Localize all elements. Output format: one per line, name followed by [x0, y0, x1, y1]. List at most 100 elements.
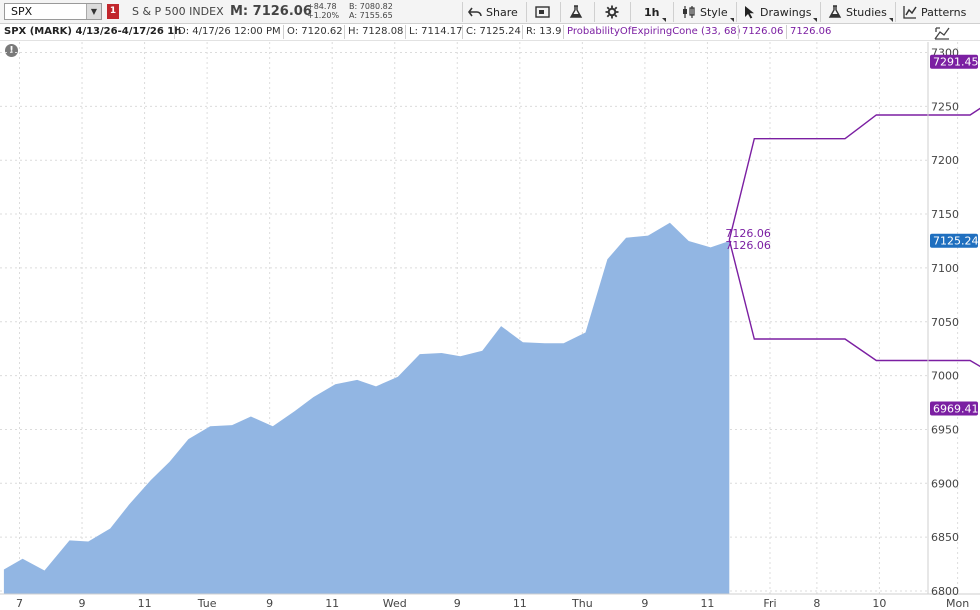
price-tick-label: 7050 — [931, 316, 959, 329]
time-tick-label: Tue — [197, 597, 217, 610]
info-divider — [522, 25, 523, 39]
toolbar-divider — [673, 2, 674, 22]
price-tick-label: 6950 — [931, 423, 959, 436]
info-divider — [563, 25, 564, 39]
settings-button[interactable] — [605, 3, 619, 21]
drawings-label: Drawings — [760, 5, 812, 19]
info-divider — [344, 25, 345, 39]
candlestick-icon — [683, 6, 695, 18]
style-label: Style — [700, 5, 728, 19]
symbol-text: SPX — [11, 5, 33, 18]
patterns-label: Patterns — [921, 5, 967, 19]
bar-open: O: 7120.62 — [287, 26, 343, 37]
display-settings-icon — [535, 6, 550, 18]
info-divider — [283, 25, 284, 39]
share-label: Share — [486, 5, 518, 19]
price-tick-label: 7200 — [931, 154, 959, 167]
time-tick-label: 9 — [79, 597, 86, 610]
toolbar-divider — [560, 2, 561, 22]
share-button[interactable]: Share — [468, 3, 518, 21]
price-tick-label: 6850 — [931, 531, 959, 544]
time-tick-label: 9 — [641, 597, 648, 610]
price-tick-label: 7000 — [931, 370, 959, 383]
time-axis: 7911Tue911Wed911Thu911Fri810Mon911Tue911… — [16, 597, 969, 610]
time-tick-label: Mon — [946, 597, 969, 610]
time-tick-label: 8 — [813, 597, 820, 610]
info-divider — [174, 25, 175, 39]
toolbar-divider — [594, 2, 595, 22]
bar-range: R: 13.9 — [526, 26, 562, 37]
toolbar-divider — [630, 2, 631, 22]
gear-icon — [605, 5, 619, 19]
style-button[interactable]: Style — [682, 3, 734, 22]
caret-down-icon — [888, 18, 893, 22]
bid-price: B: 7080.82 — [349, 2, 393, 11]
studies-label: Studies — [846, 5, 887, 19]
patterns-icon — [903, 6, 917, 19]
index-name: S & P 500 INDEX — [132, 5, 224, 18]
cone-upper-label: 7291.45 — [933, 56, 979, 69]
flask-icon — [828, 5, 842, 18]
share-icon — [468, 7, 482, 17]
time-tick-label: Fri — [763, 597, 776, 610]
patterns-button[interactable]: Patterns — [903, 3, 966, 21]
drawings-button[interactable]: Drawings — [744, 3, 818, 22]
info-divider — [786, 25, 787, 39]
info-divider — [405, 25, 406, 39]
time-tick-label: 9 — [454, 597, 461, 610]
collapse-panel-icon[interactable] — [934, 26, 950, 40]
time-tick-label: 11 — [513, 597, 527, 610]
change-box: +84.78 +1.20% — [307, 2, 339, 20]
chart-canvas: 7126.06 7126.06 680068506900695070007050… — [0, 42, 980, 610]
bar-low: L: 7114.17 — [409, 26, 463, 37]
change-points: +84.78 — [307, 2, 337, 11]
price-tick-label: 7100 — [931, 262, 959, 275]
price-tick-label: 6900 — [931, 477, 959, 490]
info-divider — [462, 25, 463, 39]
caret-down-icon — [729, 18, 734, 22]
chart-title: SPX (MARK) 4/13/26-4/17/26 1h — [4, 26, 182, 37]
change-percent: +1.20% — [307, 11, 340, 20]
timeframe-button[interactable]: 1h — [644, 3, 666, 22]
bar-close: C: 7125.24 — [466, 26, 521, 37]
study-upper-value: 7126.06 — [742, 26, 784, 37]
cone-upper-badge: 7291.45 — [930, 54, 979, 69]
bid-ask-box: B: 7080.82 A: 7155.65 — [349, 2, 393, 20]
study-lower-value: 7126.06 — [790, 26, 832, 37]
studies-button[interactable]: Studies — [828, 3, 893, 22]
study-name[interactable]: ProbabilityOfExpiringCone (33, 68) — [567, 26, 741, 37]
symbol-dropdown-icon[interactable]: ▼ — [86, 4, 101, 19]
symbol-input[interactable]: SPX ▼ — [4, 3, 102, 20]
alert-flag-icon[interactable]: 1 — [107, 4, 119, 19]
last-price-label: 7125.24 — [933, 235, 979, 248]
price-axis: 6800685069006950700070507100715072007250… — [931, 47, 959, 599]
cone-start-label-lower: 7126.06 — [725, 239, 771, 252]
cone-lower-label: 6969.41 — [933, 403, 979, 416]
caret-down-icon — [661, 18, 666, 22]
timeframe-label: 1h — [644, 5, 660, 19]
last-price-badge: 7125.24 — [930, 233, 979, 248]
toolbar-divider — [526, 2, 527, 22]
info-bar: SPX (MARK) 4/13/26-4/17/26 1h D: 4/17/26… — [0, 24, 980, 41]
toolbar: SPX ▼ 1 S & P 500 INDEX M: 7126.06 +84.7… — [0, 0, 980, 24]
caret-down-icon — [813, 18, 818, 22]
toolbar-divider — [820, 2, 821, 22]
cursor-icon — [745, 6, 754, 19]
bar-date: D: 4/17/26 12:00 PM — [178, 26, 281, 37]
time-tick-label: 11 — [138, 597, 152, 610]
time-tick-label: 7 — [16, 597, 23, 610]
time-tick-label: 11 — [325, 597, 339, 610]
toolbar-divider — [736, 2, 737, 22]
mark-price: M: 7126.06 — [230, 4, 312, 19]
lab-button[interactable] — [569, 3, 583, 21]
price-tick-label: 7150 — [931, 208, 959, 221]
toolbar-divider — [462, 2, 463, 22]
bar-high: H: 7128.08 — [348, 26, 404, 37]
cone-lower-badge: 6969.41 — [930, 401, 979, 416]
flask-icon — [569, 5, 583, 18]
price-tick-label: 7250 — [931, 100, 959, 113]
ask-price: A: 7155.65 — [349, 11, 393, 20]
info-divider — [738, 25, 739, 39]
time-tick-label: 10 — [872, 597, 886, 610]
chart-settings-button[interactable] — [535, 3, 550, 21]
